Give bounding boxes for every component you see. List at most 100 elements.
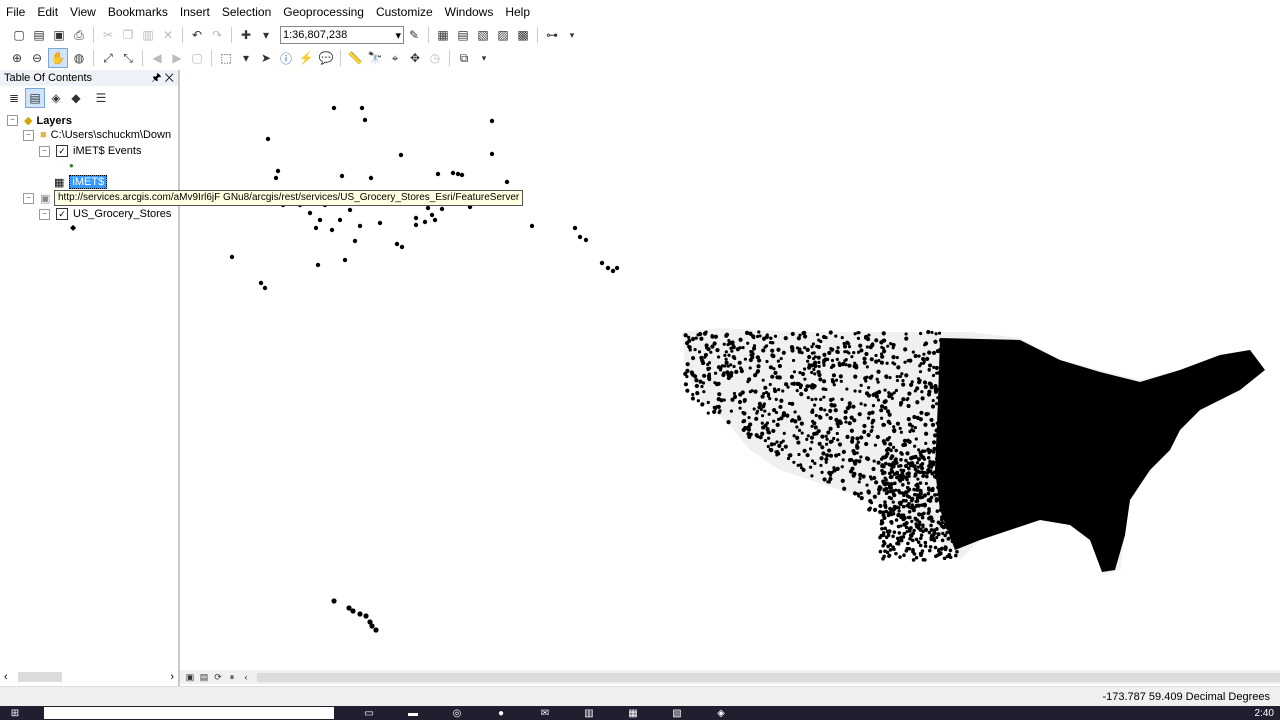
python-window-icon[interactable]: ▩ (514, 26, 532, 44)
toolbar-options-icon[interactable]: ▾ (475, 49, 493, 67)
list-by-visibility-icon[interactable]: ◈ (47, 89, 65, 107)
layers-node[interactable]: − ◆ Layers (7, 114, 72, 127)
cut-icon[interactable]: ✂ (99, 26, 117, 44)
excel-icon[interactable]: ▥ (574, 707, 604, 719)
scroll-right-icon[interactable]: › (170, 671, 174, 683)
powerpoint-icon[interactable]: ▦ (618, 707, 648, 719)
grocery-layer-node[interactable]: − ✓ US_Grocery_Stores (39, 208, 171, 220)
data-view-icon[interactable]: ▣ (184, 671, 196, 683)
undo-icon[interactable]: ↶ (188, 26, 206, 44)
close-icon[interactable]: ✕ (164, 72, 174, 84)
table-of-contents-icon[interactable]: ▦ (434, 26, 452, 44)
scrollbar-thumb[interactable] (18, 672, 62, 682)
forward-extent-icon[interactable]: ▶ (168, 49, 186, 67)
list-by-selection-icon[interactable]: ◆ (67, 89, 85, 107)
toolbar-options-icon[interactable]: ▾ (563, 26, 581, 44)
delete-icon[interactable]: ✕ (159, 26, 177, 44)
save-icon[interactable]: ▣ (50, 26, 68, 44)
paste-icon[interactable]: ▥ (139, 26, 157, 44)
pan-icon[interactable]: ✋ (48, 48, 68, 68)
app-icon[interactable]: ● (486, 707, 516, 719)
map-horizontal-scrollbar[interactable] (257, 672, 1280, 682)
editor-toolbar-icon[interactable]: ✎ (405, 26, 423, 44)
menu-bookmarks[interactable]: Bookmarks (102, 0, 174, 24)
measure-icon[interactable]: 📏 (346, 49, 364, 67)
scroll-left-icon[interactable]: ‹ (4, 671, 8, 683)
menu-help[interactable]: Help (499, 0, 536, 24)
event-layer-node[interactable]: − ✓ iMET$ Events (39, 145, 141, 157)
list-by-source-icon[interactable]: ▤ (25, 88, 45, 108)
collapse-icon[interactable]: − (7, 115, 18, 126)
store-point (872, 507, 878, 512)
file-explorer-icon[interactable]: ▬ (398, 707, 428, 719)
add-data-dropdown-icon[interactable]: ▾ (257, 26, 275, 44)
find-icon[interactable]: 🔭 (366, 49, 384, 67)
menu-customize[interactable]: Customize (370, 0, 439, 24)
zoom-in-icon[interactable]: ⊕ (8, 49, 26, 67)
menu-view[interactable]: View (64, 0, 102, 24)
catalog-icon[interactable]: ▤ (454, 26, 472, 44)
select-features-icon[interactable]: ⬚ (217, 49, 235, 67)
search-window-icon[interactable]: ▧ (474, 26, 492, 44)
pause-drawing-icon[interactable]: ⏸ (226, 671, 238, 683)
menu-geoprocessing[interactable]: Geoprocessing (277, 0, 370, 24)
open-icon[interactable]: ▤ (30, 26, 48, 44)
folder-node[interactable]: − ■ C:\Users\schuckm\Down (23, 129, 171, 141)
map-scale-combobox[interactable]: 1:36,807,238 ▾ (280, 26, 404, 44)
options-icon[interactable]: ☰ (92, 89, 110, 107)
select-dropdown-icon[interactable]: ▾ (237, 49, 255, 67)
find-route-icon[interactable]: ⌖ (386, 49, 404, 67)
identify-icon[interactable]: ⓘ (277, 49, 295, 67)
toc-horizontal-scrollbar[interactable]: ‹ › (0, 670, 178, 684)
collapse-icon[interactable]: − (39, 145, 50, 157)
fixed-zoom-out-icon[interactable]: ⤡ (119, 49, 137, 67)
scroll-left-icon[interactable]: ‹ (240, 671, 252, 683)
html-popup-icon[interactable]: 💬 (317, 49, 335, 67)
refresh-icon[interactable]: ⟳ (212, 671, 224, 683)
new-document-icon[interactable]: ▢ (10, 26, 28, 44)
menu-selection[interactable]: Selection (216, 0, 277, 24)
arcmap-icon[interactable]: ◈ (706, 707, 736, 719)
menu-windows[interactable]: Windows (439, 0, 500, 24)
store-point (878, 549, 883, 554)
menu-insert[interactable]: Insert (174, 0, 216, 24)
collapse-icon[interactable]: − (39, 208, 50, 220)
excel-2-icon[interactable]: ▧ (662, 707, 692, 719)
map-view[interactable] (180, 70, 1280, 670)
copy-icon[interactable]: ❐ (119, 26, 137, 44)
fixed-zoom-in-icon[interactable]: ⤢ (99, 49, 117, 67)
service-group-node[interactable]: − ▣ (23, 192, 50, 205)
browser-icon[interactable]: ◎ (442, 707, 472, 719)
menu-file[interactable]: File (0, 0, 31, 24)
grocery-layer-visibility-checkbox[interactable]: ✓ (56, 208, 68, 220)
full-extent-icon[interactable]: ◍ (70, 49, 88, 67)
time-slider-icon[interactable]: ◷ (426, 49, 444, 67)
table-node[interactable]: ▦ iMET$ (54, 175, 108, 189)
store-point (429, 212, 435, 218)
taskbar-search-box[interactable] (44, 707, 334, 719)
menu-edit[interactable]: Edit (31, 0, 64, 24)
list-by-drawing-order-icon[interactable]: ≣ (5, 89, 23, 107)
task-view-icon[interactable]: ▭ (354, 707, 384, 719)
print-icon[interactable]: ⎙ (70, 26, 88, 44)
select-elements-icon[interactable]: ➤ (257, 49, 275, 67)
store-point (394, 241, 400, 247)
event-layer-visibility-checkbox[interactable]: ✓ (56, 145, 68, 157)
start-icon[interactable]: ⊞ (0, 707, 30, 719)
store-point (610, 268, 616, 274)
collapse-icon[interactable]: − (23, 193, 34, 204)
pin-icon[interactable]: 🖈 (151, 72, 161, 84)
go-to-xy-tool-icon[interactable]: ✥ (406, 49, 424, 67)
arctoolbox-icon[interactable]: ▨ (494, 26, 512, 44)
create-viewer-window-icon[interactable]: ⧉ (455, 49, 473, 67)
collapse-icon[interactable]: − (23, 129, 34, 141)
go-to-xy-icon[interactable]: ▢ (188, 49, 206, 67)
layout-view-icon[interactable]: ▤ (198, 671, 210, 683)
add-data-icon[interactable]: ✚ (237, 26, 255, 44)
hyperlink-icon[interactable]: ⚡ (297, 49, 315, 67)
zoom-out-icon[interactable]: ⊖ (28, 49, 46, 67)
outlook-icon[interactable]: ✉ (530, 707, 560, 719)
model-builder-icon[interactable]: ⊶ (543, 26, 561, 44)
redo-icon[interactable]: ↷ (208, 26, 226, 44)
back-extent-icon[interactable]: ◀ (148, 49, 166, 67)
